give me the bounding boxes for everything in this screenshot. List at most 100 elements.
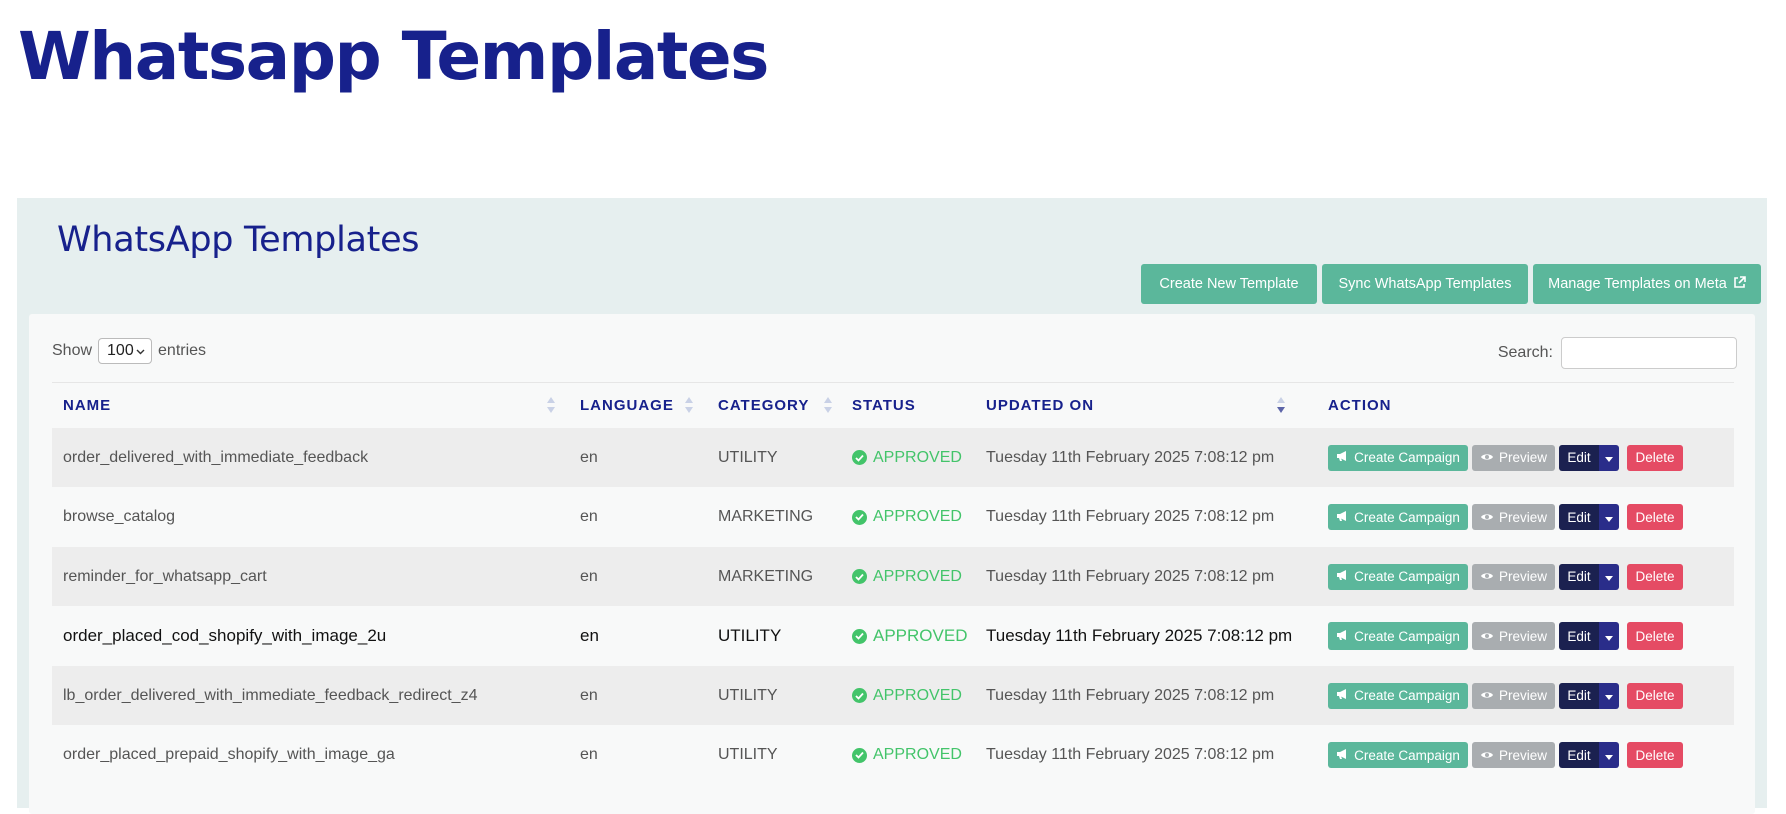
eye-icon [1480, 629, 1494, 644]
column-header-updated-on[interactable]: UPDATED ON [986, 397, 1094, 414]
edit-dropdown-button[interactable] [1599, 622, 1619, 650]
entries-select[interactable]: 100 [98, 338, 153, 364]
column-header-language[interactable]: LANGUAGE [580, 397, 674, 414]
edit-dropdown-button[interactable] [1599, 504, 1619, 530]
table-row: order_delivered_with_immediate_feedback e… [52, 428, 1734, 487]
create-campaign-label: Create Campaign [1354, 688, 1460, 703]
templates-table-card: Show 100 entries Search: NAME LANGUAGE C… [29, 314, 1755, 814]
edit-button[interactable]: Edit [1559, 682, 1599, 709]
edit-button[interactable]: Edit [1559, 622, 1599, 650]
edit-dropdown-button[interactable] [1599, 563, 1619, 590]
megaphone-icon [1336, 450, 1349, 465]
template-language: en [580, 448, 598, 466]
eye-icon [1480, 569, 1494, 584]
create-campaign-button[interactable]: Create Campaign [1328, 622, 1468, 650]
table-row: order_placed_cod_shopify_with_image_2u en… [52, 607, 1734, 666]
template-updated-on: Tuesday 11th February 2025 7:08:12 pm [986, 626, 1293, 645]
page-title: Whatsapp Templates [18, 18, 769, 95]
eye-icon [1480, 450, 1494, 465]
preview-button[interactable]: Preview [1472, 444, 1555, 471]
template-language: en [580, 686, 598, 704]
check-circle-icon [852, 569, 867, 584]
delete-button[interactable]: Delete [1627, 563, 1683, 590]
status-text: APPROVED [873, 746, 962, 763]
row-actions: Create Campaign Preview Edit Delete [1328, 726, 1683, 785]
create-campaign-label: Create Campaign [1354, 509, 1460, 525]
create-campaign-button[interactable]: Create Campaign [1328, 682, 1468, 709]
preview-label: Preview [1498, 747, 1547, 763]
delete-button[interactable]: Delete [1627, 742, 1683, 768]
status-text: APPROVED [873, 567, 962, 585]
create-campaign-button[interactable]: Create Campaign [1328, 504, 1468, 530]
template-category: MARKETING [718, 508, 814, 525]
template-language: en [580, 508, 598, 525]
status-text: APPROVED [873, 508, 962, 525]
preview-button[interactable]: Preview [1472, 742, 1555, 768]
status-badge: APPROVED [852, 666, 962, 725]
preview-button[interactable]: Preview [1472, 682, 1555, 709]
preview-button[interactable]: Preview [1472, 563, 1555, 590]
column-header-name[interactable]: NAME [63, 397, 111, 414]
status-text: APPROVED [873, 626, 968, 645]
preview-button[interactable]: Preview [1472, 622, 1555, 650]
delete-label: Delete [1635, 628, 1675, 644]
delete-label: Delete [1635, 747, 1675, 763]
create-campaign-button[interactable]: Create Campaign [1328, 444, 1468, 471]
edit-dropdown-button[interactable] [1599, 742, 1619, 768]
status-badge: APPROVED [852, 547, 962, 606]
manage-templates-meta-button[interactable]: Manage Templates on Meta [1533, 264, 1761, 304]
delete-button[interactable]: Delete [1627, 444, 1683, 471]
edit-button[interactable]: Edit [1559, 742, 1599, 768]
preview-label: Preview [1498, 628, 1547, 644]
create-campaign-label: Create Campaign [1354, 747, 1460, 763]
sort-desc-icon[interactable] [1276, 395, 1286, 415]
edit-button[interactable]: Edit [1559, 444, 1599, 471]
show-label: Show [52, 342, 93, 359]
create-new-template-label: Create New Template [1159, 276, 1299, 292]
caret-down-icon [1605, 629, 1613, 644]
edit-dropdown-button[interactable] [1599, 682, 1619, 709]
create-campaign-button[interactable]: Create Campaign [1328, 563, 1468, 590]
preview-button[interactable]: Preview [1472, 504, 1555, 530]
create-campaign-button[interactable]: Create Campaign [1328, 742, 1468, 768]
create-new-template-button[interactable]: Create New Template [1141, 264, 1317, 304]
sort-both-icon[interactable] [546, 395, 556, 415]
sync-templates-button[interactable]: Sync WhatsApp Templates [1322, 264, 1528, 304]
status-badge: APPROVED [852, 428, 962, 487]
edit-label: Edit [1567, 688, 1591, 703]
template-category: UTILITY [718, 686, 778, 704]
sync-templates-label: Sync WhatsApp Templates [1338, 276, 1512, 292]
entries-length-control: Show 100 entries [52, 338, 206, 364]
eye-icon [1480, 748, 1494, 763]
edit-button[interactable]: Edit [1559, 504, 1599, 530]
sort-both-icon[interactable] [823, 395, 833, 415]
status-badge: APPROVED [852, 607, 967, 666]
edit-label: Edit [1567, 747, 1591, 763]
template-name: browse_catalog [63, 508, 176, 525]
column-header-category[interactable]: CATEGORY [718, 397, 809, 414]
delete-button[interactable]: Delete [1627, 682, 1683, 709]
row-actions: Create Campaign Preview Edit Delete [1328, 428, 1683, 487]
status-badge: APPROVED [852, 488, 962, 547]
manage-templates-meta-label: Manage Templates on Meta [1548, 276, 1727, 292]
caret-down-icon [1605, 510, 1613, 525]
edit-dropdown-button[interactable] [1599, 444, 1619, 471]
check-circle-icon [852, 628, 867, 644]
template-category: MARKETING [718, 567, 814, 585]
delete-button[interactable]: Delete [1627, 504, 1683, 530]
megaphone-icon [1336, 569, 1349, 584]
template-language: en [580, 567, 598, 585]
search-input[interactable] [1561, 337, 1737, 369]
megaphone-icon [1336, 629, 1349, 644]
row-actions: Create Campaign Preview Edit Delete [1328, 488, 1683, 547]
delete-button[interactable]: Delete [1627, 622, 1683, 650]
sort-both-icon[interactable] [684, 395, 694, 415]
panel-title: WhatsApp Templates [57, 220, 420, 260]
row-actions: Create Campaign Preview Edit Delete [1328, 607, 1683, 666]
delete-label: Delete [1635, 688, 1675, 703]
chevron-down-icon [136, 342, 145, 360]
delete-label: Delete [1635, 569, 1675, 584]
status-text: APPROVED [873, 448, 962, 466]
status-text: APPROVED [873, 686, 962, 704]
edit-button[interactable]: Edit [1559, 563, 1599, 590]
